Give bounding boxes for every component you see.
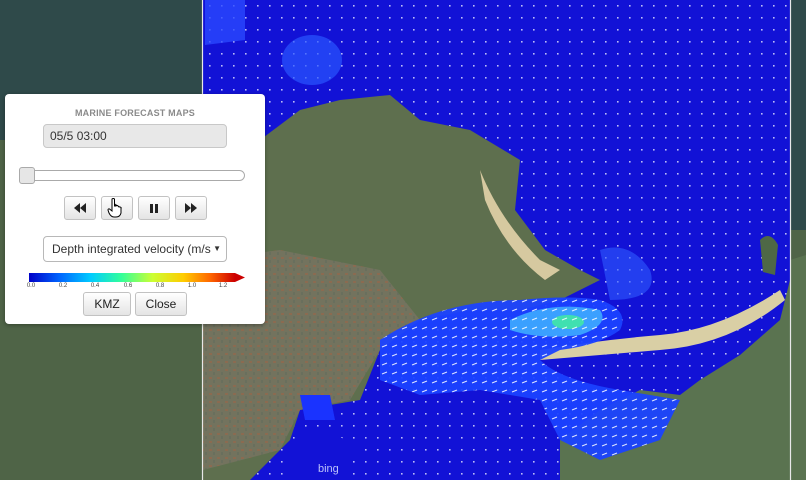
rewind-button[interactable] <box>64 196 96 220</box>
open-sea-right <box>790 0 806 230</box>
pause-button[interactable] <box>138 196 170 220</box>
dropdown-arrow-icon: ▼ <box>213 244 221 253</box>
close-button[interactable]: Close <box>135 292 187 316</box>
colorbar-tick: 1.2 <box>218 283 228 289</box>
current-patch <box>205 0 245 45</box>
colorbar-tick: 0.4 <box>90 283 100 289</box>
kmz-button[interactable]: KMZ <box>83 292 131 316</box>
colorbar-tick: 0.6 <box>123 283 133 289</box>
fast-backward-icon <box>74 203 86 213</box>
hand-cursor-icon <box>107 198 122 218</box>
panel-title: MARINE FORECAST MAPS <box>74 108 195 118</box>
pause-icon <box>150 203 158 213</box>
colorbar-tick: 0.2 <box>58 283 68 289</box>
colorbar-extend-arrow <box>235 273 245 282</box>
variable-select[interactable]: Depth integrated velocity (m/s ▼ <box>43 236 227 262</box>
current-patch <box>282 35 342 85</box>
colorbar-tick: 1.0 <box>187 283 197 289</box>
time-slider-handle[interactable] <box>19 167 35 184</box>
time-slider-track[interactable] <box>19 170 245 181</box>
forecast-panel: MARINE FORECAST MAPS 05/5 03:00 Depth in… <box>5 94 265 324</box>
datetime-field[interactable]: 05/5 03:00 <box>43 124 227 148</box>
colorbar-tick: 0.0 <box>26 283 36 289</box>
colorbar-ticks: 0.0 0.2 0.4 0.6 0.8 1.0 1.2 <box>26 283 245 291</box>
variable-select-value: Depth integrated velocity (m/s <box>52 242 211 256</box>
fast-forward-icon <box>185 203 197 213</box>
bing-attribution: bing <box>318 463 339 475</box>
velocity-colorbar <box>29 273 245 282</box>
forward-button[interactable] <box>175 196 207 220</box>
colorbar-tick: 0.8 <box>155 283 165 289</box>
harbour-water <box>300 395 335 420</box>
